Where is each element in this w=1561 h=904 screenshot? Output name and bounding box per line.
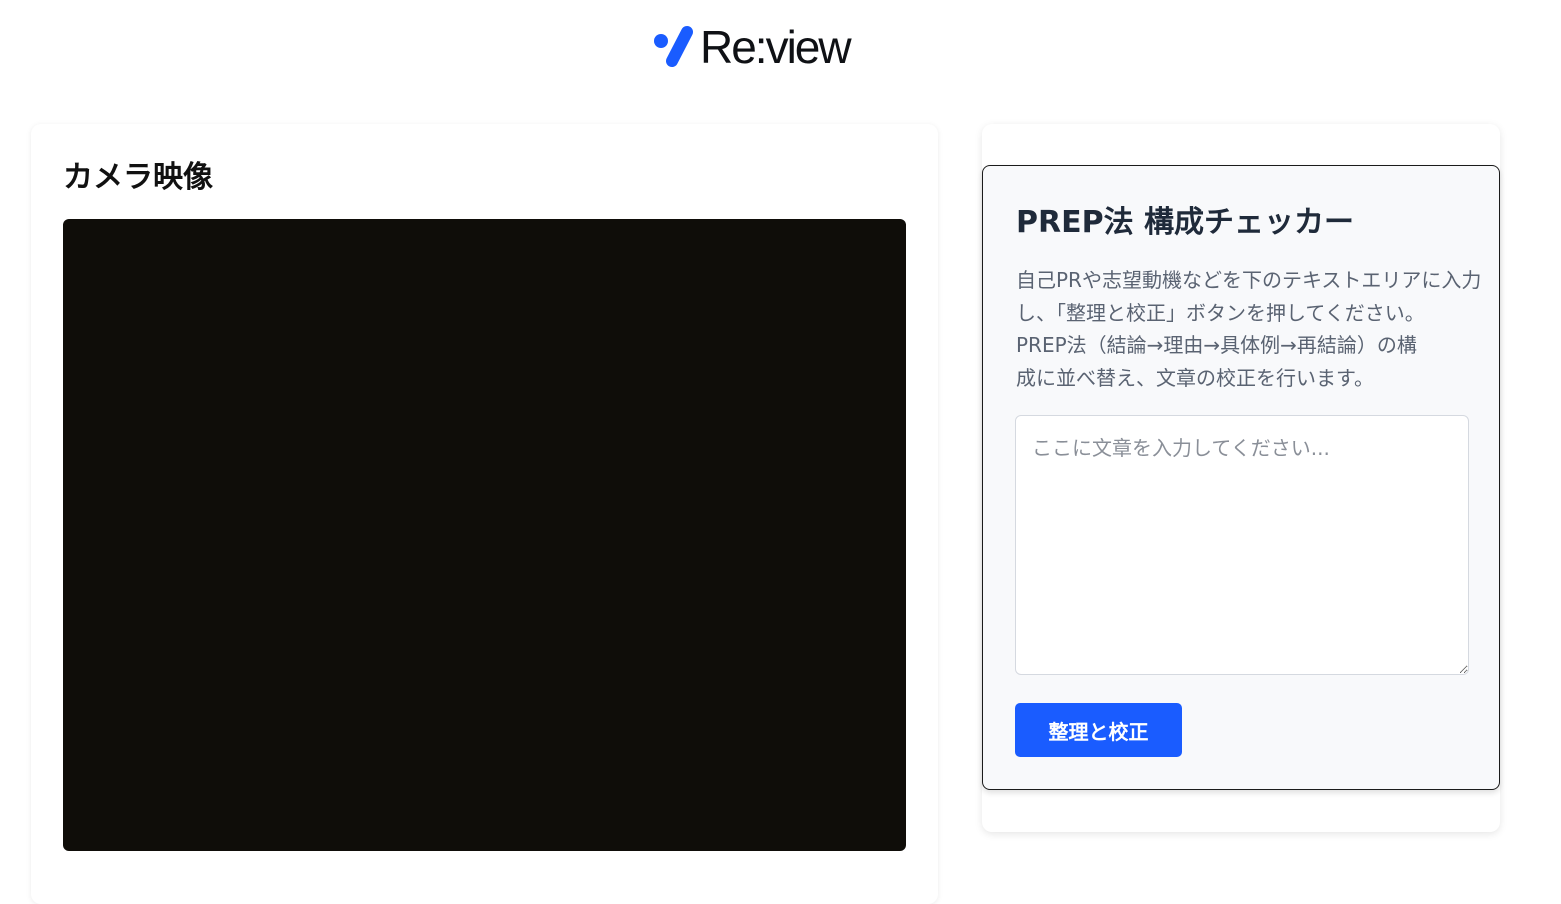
prep-checker-card: PREP法 構成チェッカー 自己PRや志望動機などを下のテキストエリアに入力 し…	[982, 165, 1500, 790]
camera-title: カメラ映像	[63, 160, 213, 195]
description-line: 自己PRや志望動機などを下のテキストエリアに入力	[1016, 268, 1482, 292]
description-line: し、「整理と校正」ボタンを押してください。	[1016, 300, 1425, 325]
organize-and-proofread-button[interactable]: 整理と校正	[1015, 703, 1182, 757]
checker-title: PREP法 構成チェッカー	[1016, 205, 1355, 240]
description-line: PREP法（結論→理由→具体例→再結論）の構	[1016, 333, 1417, 357]
logo-text: Re:view	[700, 21, 852, 73]
camera-video	[63, 219, 906, 851]
checker-description: 自己PRや志望動機などを下のテキストエリアに入力 し、「整理と校正」ボタンを押し…	[1016, 264, 1482, 394]
logo[interactable]: Re:view	[652, 21, 852, 73]
check-mark-icon	[654, 26, 693, 67]
camera-panel: カメラ映像	[31, 124, 938, 904]
text-input[interactable]	[1015, 415, 1469, 675]
page-header: Re:view	[0, 0, 1561, 100]
description-line: 成に並べ替え、文章の校正を行います。	[1016, 365, 1374, 390]
